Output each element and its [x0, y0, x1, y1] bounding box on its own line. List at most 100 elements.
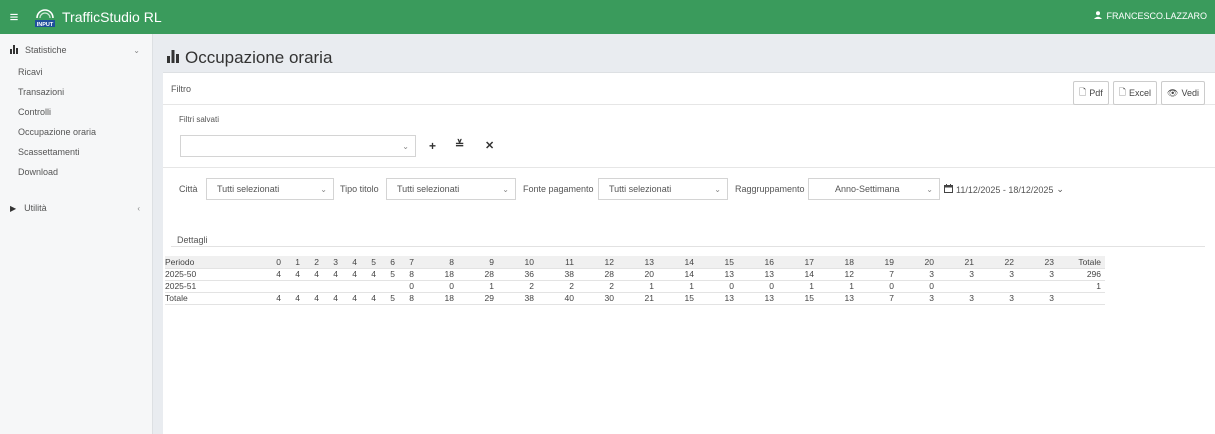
- table-cell: [380, 280, 399, 293]
- raggruppamento-select[interactable]: Anno-Settimana ⌄: [808, 178, 940, 200]
- sidebar-section-label: Utilità: [24, 203, 47, 213]
- svg-text:INPUT: INPUT: [37, 22, 54, 28]
- user-name: FRANCESCO.LAZZARO: [1106, 11, 1207, 21]
- table-cell: 0: [858, 280, 898, 293]
- table-cell: [1018, 280, 1058, 293]
- chevron-down-icon: ⌄: [714, 184, 721, 194]
- table-cell: Totale: [165, 292, 253, 305]
- add-filter-icon[interactable]: +: [429, 139, 436, 153]
- table-cell: 21: [618, 292, 658, 305]
- sidebar-item-controlli[interactable]: Controlli: [0, 102, 152, 122]
- table-cell: 2: [538, 280, 578, 293]
- table-cell: 14: [778, 268, 818, 281]
- divider: [163, 167, 1215, 168]
- citta-value: Tutti selezionati: [217, 184, 280, 194]
- delete-filter-icon[interactable]: ✕: [485, 139, 494, 152]
- details-panel: Dettagli Periodo 0 1 2 3 4 5 6 7 8 9 10 …: [163, 218, 1215, 434]
- table-cell: 3: [898, 268, 938, 281]
- filter-label: Filtro: [171, 83, 191, 94]
- sidebar-item-download[interactable]: Download: [0, 162, 152, 182]
- fonte-pagamento-select[interactable]: Tutti selezionati ⌄: [598, 178, 728, 200]
- table-cell: 18: [418, 268, 458, 281]
- table-cell: 3: [978, 292, 1018, 305]
- table-cell: 4: [304, 268, 323, 281]
- table-cell: 18: [418, 292, 458, 305]
- table-cell: [978, 280, 1018, 293]
- sidebar: Statistiche ⌄ Ricavi Transazioni Control…: [0, 34, 153, 434]
- filter-panel-header: Filtro 🗋 Pdf 🗋 Excel 👁 Vedi: [163, 73, 1215, 105]
- file-icon: 🗋: [1118, 87, 1127, 97]
- citta-select[interactable]: Tutti selezionati ⌄: [206, 178, 334, 200]
- fonte-pagamento-label: Fonte pagamento: [523, 184, 594, 194]
- user-menu[interactable]: FRANCESCO.LAZZARO: [1094, 11, 1207, 21]
- sidebar-item-transazioni[interactable]: Transazioni: [0, 82, 152, 102]
- tipo-titolo-value: Tutti selezionati: [397, 184, 460, 194]
- page-title: Occupazione oraria: [167, 48, 332, 68]
- top-bar: ≡ INPUT TrafficStudio RL FRANCESCO.LAZZA…: [0, 0, 1215, 34]
- column-header: 12: [578, 256, 618, 269]
- table-cell: 1: [818, 280, 858, 293]
- table-cell: 2025-50: [165, 268, 253, 281]
- bar-chart-icon: [167, 48, 180, 68]
- table-cell: 3: [938, 268, 978, 281]
- table-cell: 8: [399, 292, 418, 305]
- table-cell: 1: [778, 280, 818, 293]
- date-range-picker[interactable]: 11/12/2025 - 18/12/2025 ⌄: [944, 184, 1064, 195]
- page-title-text: Occupazione oraria: [185, 48, 333, 67]
- pdf-button[interactable]: 🗋 Pdf: [1073, 81, 1109, 105]
- table-cell: 4: [361, 268, 380, 281]
- table-cell: 1: [618, 280, 658, 293]
- sidebar-item-ricavi[interactable]: Ricavi: [0, 62, 152, 82]
- caret-right-icon: ▶: [10, 203, 17, 213]
- column-header: 20: [898, 256, 938, 269]
- filter-panel: Filtro 🗋 Pdf 🗋 Excel 👁 Vedi Filtri salva…: [163, 72, 1215, 240]
- sidebar-section-utilita[interactable]: ▶ Utilità ‹: [0, 196, 152, 220]
- sidebar-section-statistiche[interactable]: Statistiche ⌄: [0, 38, 152, 62]
- view-button-label: Vedi: [1181, 88, 1199, 98]
- menu-icon[interactable]: ≡: [0, 0, 28, 34]
- chevron-down-icon: ⌄: [1056, 184, 1064, 194]
- sidebar-item-occupazione-oraria[interactable]: Occupazione oraria: [0, 122, 152, 142]
- eye-icon: 👁: [1167, 87, 1179, 98]
- table-cell: 5: [380, 268, 399, 281]
- column-header: 13: [618, 256, 658, 269]
- column-header: 5: [361, 256, 380, 269]
- column-header: 18: [818, 256, 858, 269]
- column-header: Periodo: [165, 256, 253, 269]
- table-cell: 20: [618, 268, 658, 281]
- table-cell: 14: [658, 268, 698, 281]
- date-range-value: 11/12/2025 - 18/12/2025: [956, 184, 1054, 195]
- column-header: 15: [698, 256, 738, 269]
- table-cell: 3: [1018, 292, 1058, 305]
- chevron-down-icon: ⌄: [133, 45, 140, 55]
- table-cell: 2: [578, 280, 618, 293]
- table-cell: [323, 280, 342, 293]
- saved-filters-select[interactable]: ⌄: [180, 135, 416, 157]
- table-row: Totale 4 4 4 4 4 4 5 8 18 29 38 40 30 21…: [165, 292, 1105, 305]
- table-cell: 29: [458, 292, 498, 305]
- column-header: 22: [978, 256, 1018, 269]
- table-cell: [253, 280, 285, 293]
- file-icon: 🗋: [1079, 87, 1087, 97]
- table-cell: 3: [898, 292, 938, 305]
- raggruppamento-label: Raggruppamento: [735, 184, 805, 194]
- chevron-down-icon: ⌄: [502, 184, 509, 194]
- excel-button[interactable]: 🗋 Excel: [1112, 81, 1158, 105]
- column-header: 21: [938, 256, 978, 269]
- table-cell: 4: [253, 292, 285, 305]
- table-cell: [285, 280, 304, 293]
- chevron-down-icon: ⌄: [402, 141, 409, 151]
- table-cell: 12: [818, 268, 858, 281]
- column-header: 17: [778, 256, 818, 269]
- table-cell: [342, 280, 361, 293]
- save-filter-icon[interactable]: ≚: [455, 138, 464, 151]
- table-cell: 3: [978, 268, 1018, 281]
- view-button[interactable]: 👁 Vedi: [1161, 81, 1205, 105]
- table-cell: 4: [361, 292, 380, 305]
- table-cell: 4: [304, 292, 323, 305]
- table-cell: 3: [1018, 268, 1058, 281]
- sidebar-item-scassettamenti[interactable]: Scassettamenti: [0, 142, 152, 162]
- tipo-titolo-select[interactable]: Tutti selezionati ⌄: [386, 178, 516, 200]
- fonte-pagamento-value: Tutti selezionati: [609, 184, 672, 194]
- app-logo: INPUT: [34, 6, 56, 28]
